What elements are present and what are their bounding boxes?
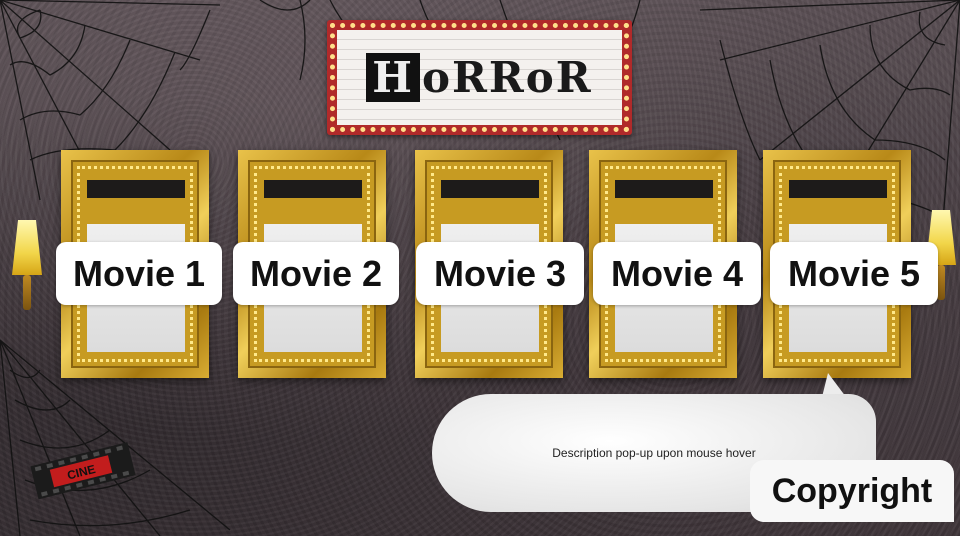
popup-text: Description pop-up upon mouse hover	[552, 446, 756, 460]
movie-4-button[interactable]: Movie 4	[593, 242, 761, 305]
movie-2-button[interactable]: Movie 2	[233, 242, 399, 305]
movie-5-button[interactable]: Movie 5	[770, 242, 938, 305]
lamp-arm-icon	[937, 265, 945, 300]
movie-3-button[interactable]: Movie 3	[416, 242, 584, 305]
page-title: HoRRoR	[366, 53, 592, 102]
title-first-letter: H	[366, 53, 420, 102]
wall-sconce-left	[12, 220, 42, 310]
horror-marquee-sign: HoRRoR	[327, 20, 632, 135]
movie-1-button[interactable]: Movie 1	[56, 242, 222, 305]
marquee-panel: HoRRoR	[337, 30, 622, 125]
frame-title-bar	[264, 180, 362, 198]
frame-title-bar	[789, 180, 887, 198]
frame-title-bar	[87, 180, 185, 198]
lamp-arm-icon	[23, 275, 31, 310]
frame-title-bar	[615, 180, 713, 198]
film-reel-logo: CINE	[30, 442, 136, 500]
title-rest: oRRoR	[421, 53, 593, 102]
lamp-shade-icon	[12, 220, 42, 275]
frame-title-bar	[441, 180, 539, 198]
copyright-button[interactable]: Copyright	[750, 460, 954, 522]
